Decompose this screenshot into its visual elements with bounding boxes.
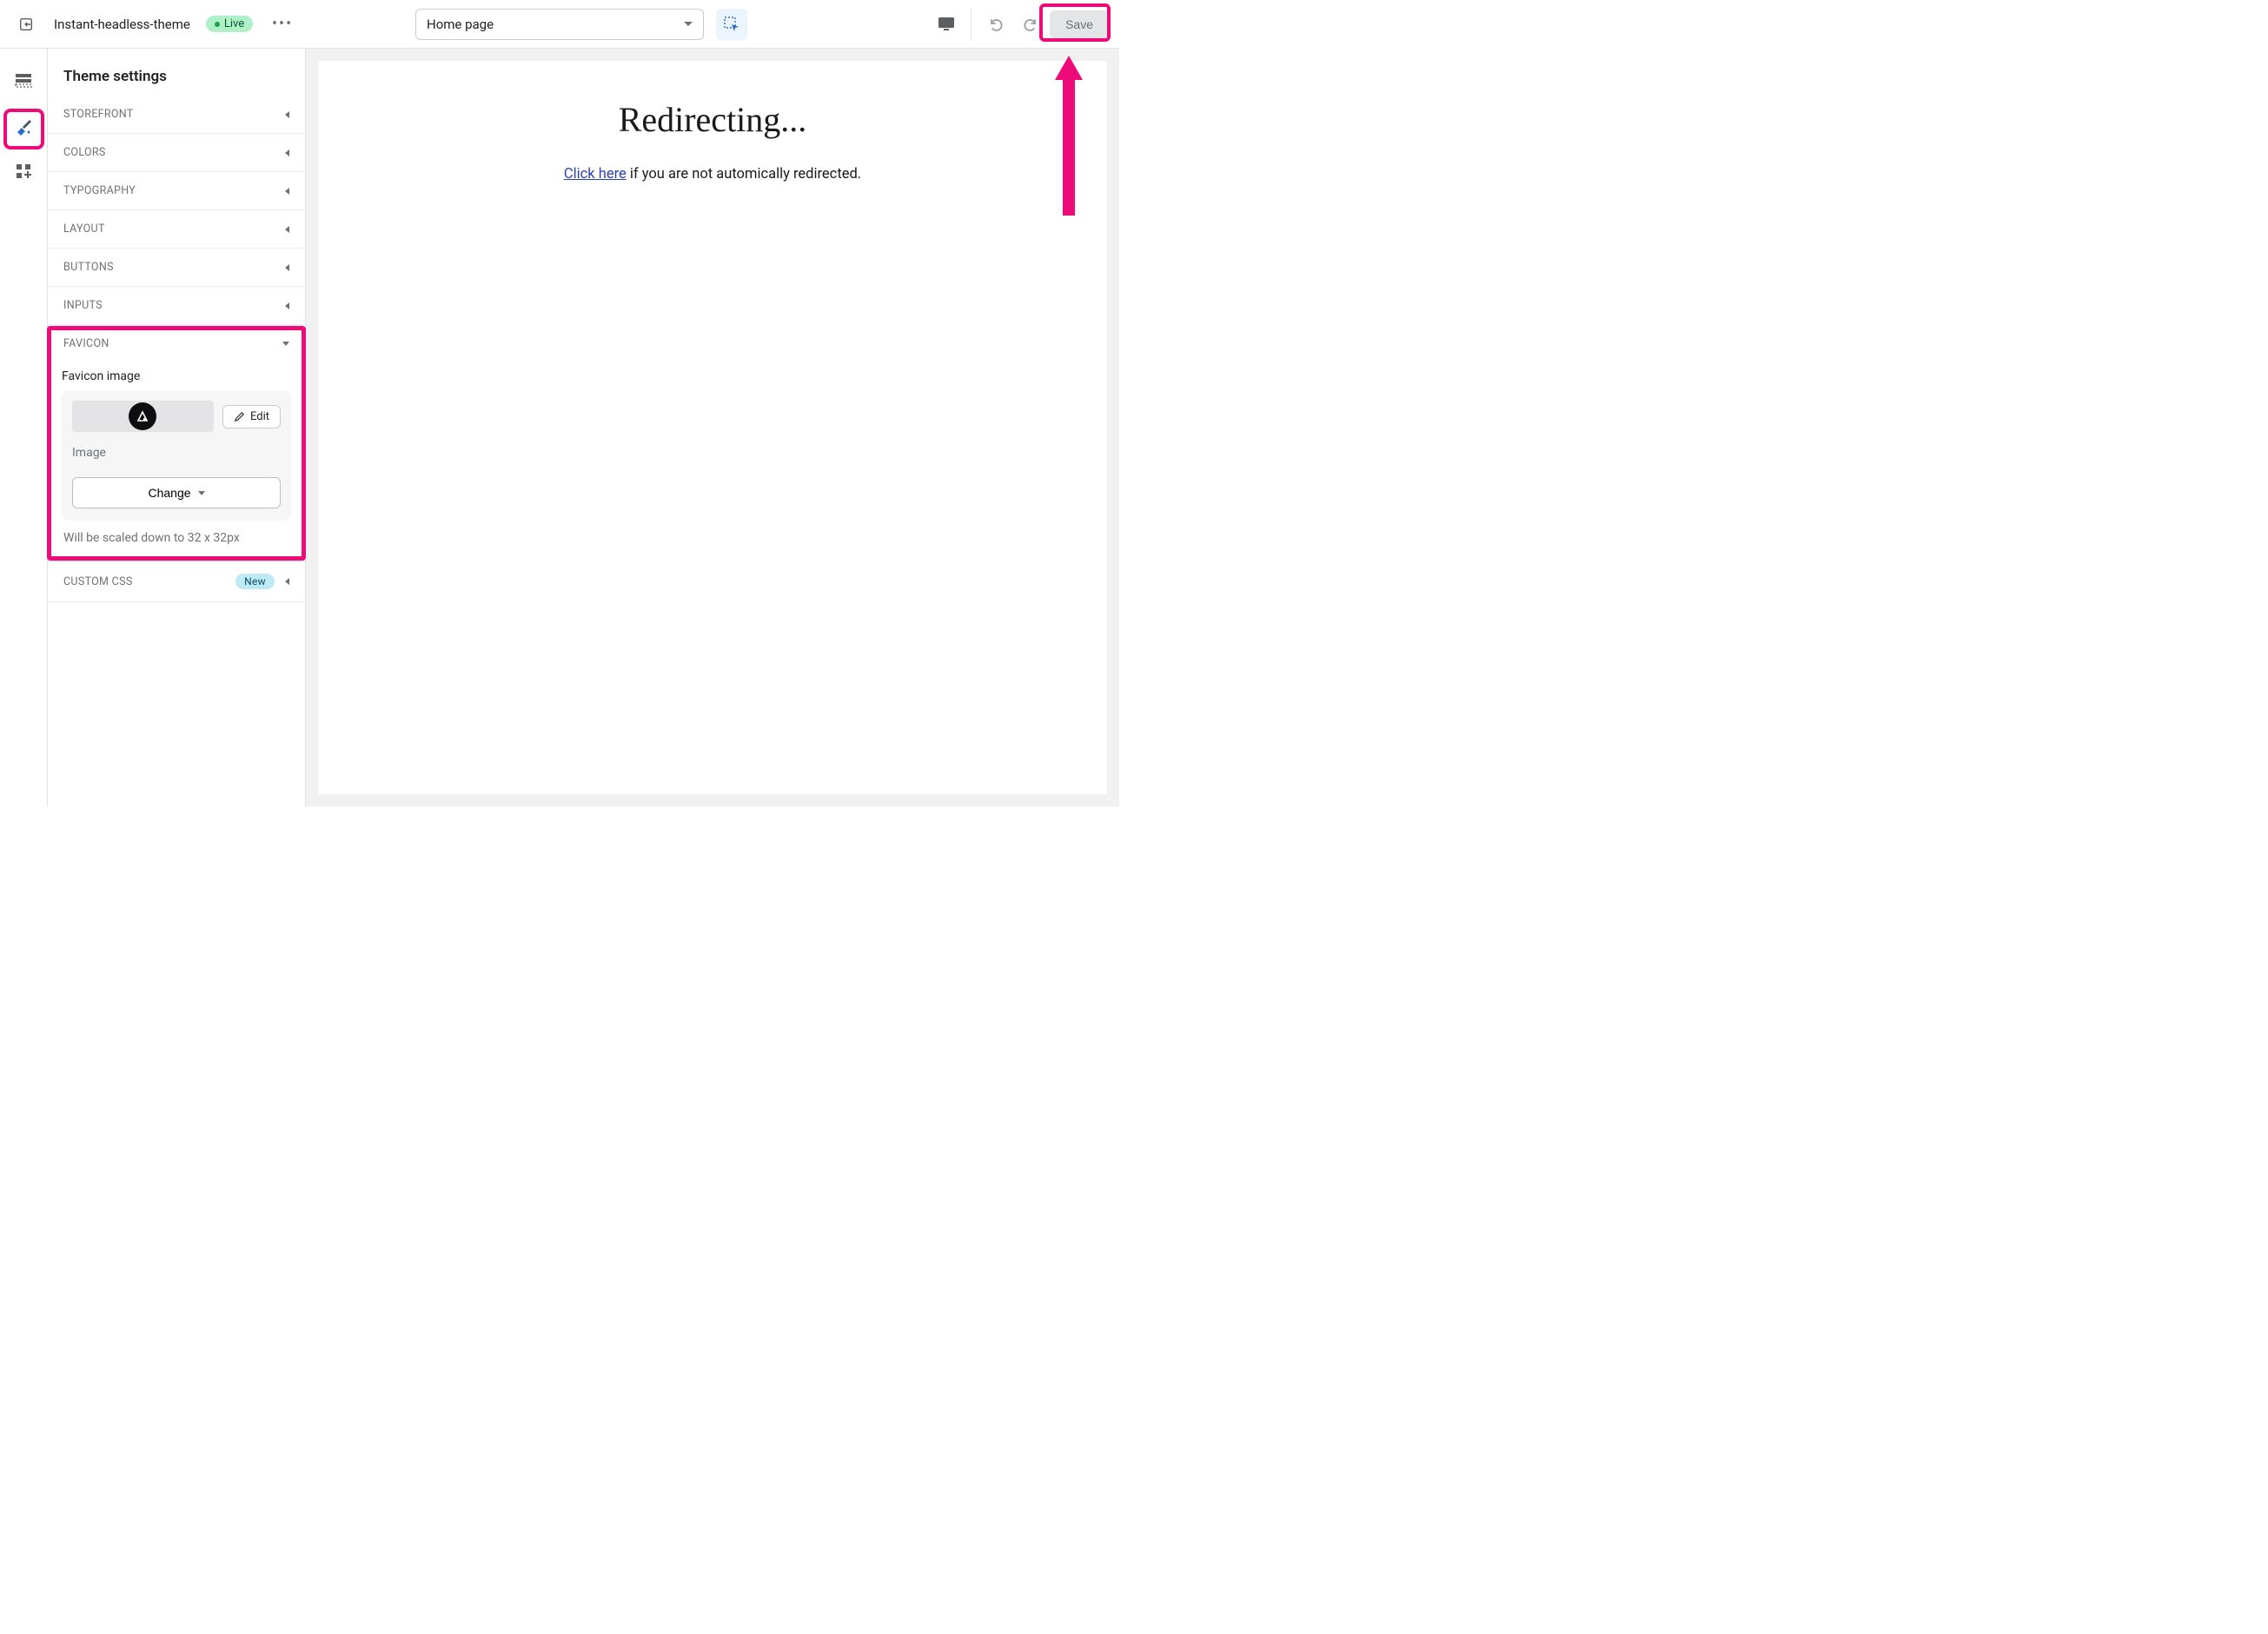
left-icon-rail bbox=[0, 49, 48, 807]
chevron-down-icon bbox=[198, 491, 205, 495]
section-custom-css[interactable]: Custom CSS New bbox=[48, 561, 305, 602]
chevron-left-icon bbox=[285, 302, 289, 309]
theme-settings-panel: Theme settings Storefront Colors Typogra… bbox=[48, 49, 306, 807]
chevron-left-icon bbox=[285, 111, 289, 118]
section-right-group: New bbox=[235, 574, 289, 589]
page-selector-value: Home page bbox=[427, 17, 494, 32]
redirect-text: Click here if you are not automically re… bbox=[318, 166, 1107, 183]
section-label: Typography bbox=[63, 184, 136, 197]
image-caption: Image bbox=[72, 446, 281, 460]
pencil-icon bbox=[234, 411, 245, 422]
favicon-thumbnail bbox=[129, 402, 156, 430]
redirect-link[interactable]: Click here bbox=[564, 166, 627, 183]
favicon-logo-icon bbox=[136, 409, 149, 423]
section-layout[interactable]: Layout bbox=[48, 210, 305, 249]
sections-icon bbox=[15, 73, 32, 89]
rail-apps[interactable] bbox=[7, 155, 40, 188]
redirect-heading: Redirecting... bbox=[318, 99, 1107, 140]
save-button[interactable]: Save bbox=[1050, 10, 1109, 38]
desktop-icon bbox=[938, 17, 955, 32]
section-label: Layout bbox=[63, 223, 105, 236]
toolbar-divider bbox=[971, 9, 972, 40]
live-badge-label: Live bbox=[224, 17, 244, 30]
section-colors[interactable]: Colors bbox=[48, 134, 305, 172]
chevron-left-icon bbox=[285, 149, 289, 156]
section-inputs[interactable]: Inputs bbox=[48, 287, 305, 325]
section-label: Colors bbox=[63, 146, 106, 159]
panel-title: Theme settings bbox=[48, 49, 305, 96]
chevron-left-icon bbox=[285, 188, 289, 195]
rail-theme-settings[interactable] bbox=[7, 110, 40, 143]
preview-frame: Redirecting... Click here if you are not… bbox=[318, 61, 1107, 794]
section-buttons[interactable]: Buttons bbox=[48, 249, 305, 287]
undo-button[interactable] bbox=[980, 9, 1011, 40]
chevron-down-icon bbox=[684, 22, 693, 26]
change-image-button[interactable]: Change bbox=[72, 477, 281, 508]
favicon-helper-text: Will be scaled down to 32 x 32px bbox=[62, 531, 291, 545]
chevron-down-icon bbox=[282, 342, 289, 346]
new-badge: New bbox=[235, 574, 275, 589]
exit-icon bbox=[18, 17, 34, 32]
inspector-toggle[interactable] bbox=[716, 9, 747, 40]
favicon-preview bbox=[72, 401, 214, 432]
section-label: Inputs bbox=[63, 299, 103, 312]
redirect-rest: if you are not automically redirected. bbox=[627, 166, 861, 183]
favicon-section-body: Favicon image bbox=[48, 362, 305, 561]
page-selector[interactable]: Home page bbox=[415, 9, 704, 40]
viewport-desktop-button[interactable] bbox=[931, 9, 962, 40]
undo-icon bbox=[987, 16, 1005, 33]
edit-image-button[interactable]: Edit bbox=[222, 405, 281, 428]
live-dot-icon bbox=[215, 22, 220, 27]
favicon-preview-row: Edit bbox=[72, 401, 281, 432]
live-badge: Live bbox=[206, 16, 253, 32]
redo-icon bbox=[1022, 16, 1039, 33]
section-typography[interactable]: Typography bbox=[48, 172, 305, 210]
exit-button[interactable] bbox=[10, 9, 42, 40]
chevron-left-icon bbox=[285, 226, 289, 233]
theme-name: Instant-headless-theme bbox=[54, 17, 190, 32]
chevron-left-icon bbox=[285, 578, 289, 585]
section-storefront[interactable]: Storefront bbox=[48, 96, 305, 134]
section-favicon[interactable]: Favicon bbox=[48, 325, 305, 362]
inspector-icon bbox=[723, 16, 740, 33]
section-label: Custom CSS bbox=[63, 575, 133, 588]
top-bar: Instant-headless-theme Live ••• Home pag… bbox=[0, 0, 1119, 49]
dots-horizontal-icon: ••• bbox=[272, 15, 293, 33]
redo-button[interactable] bbox=[1015, 9, 1046, 40]
preview-area: Redirecting... Click here if you are not… bbox=[306, 49, 1119, 807]
right-toolbar: Save bbox=[931, 9, 1109, 40]
main-layout: Theme settings Storefront Colors Typogra… bbox=[0, 49, 1119, 807]
favicon-field-label: Favicon image bbox=[62, 369, 291, 383]
section-label: Buttons bbox=[63, 261, 114, 274]
edit-label: Edit bbox=[250, 410, 269, 423]
change-label: Change bbox=[148, 486, 190, 500]
paintbrush-icon bbox=[14, 116, 33, 136]
chevron-left-icon bbox=[285, 264, 289, 271]
rail-sections[interactable] bbox=[7, 64, 40, 97]
section-label: Favicon bbox=[63, 337, 109, 350]
more-actions-button[interactable]: ••• bbox=[269, 10, 296, 38]
section-label: Storefront bbox=[63, 108, 134, 121]
apps-icon bbox=[16, 163, 31, 179]
favicon-image-card: Edit Image Change bbox=[62, 390, 291, 521]
